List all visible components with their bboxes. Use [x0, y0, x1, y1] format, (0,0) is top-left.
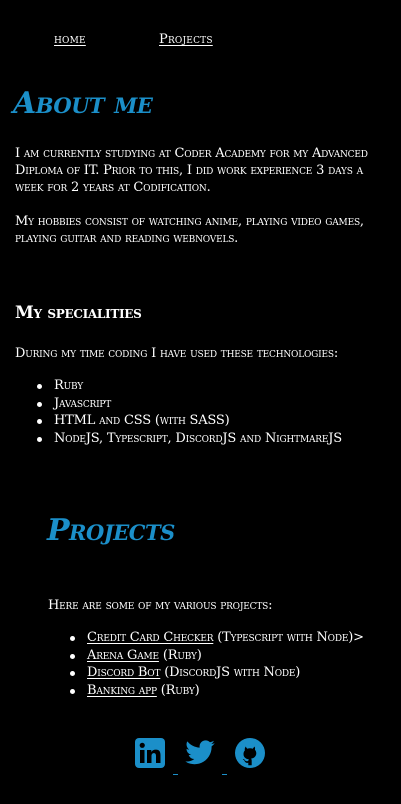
project-note: (Typescript with Node)>	[213, 630, 364, 645]
project-note: (Ruby)	[156, 682, 200, 698]
list-item: Arena Game (Ruby)	[70, 647, 364, 665]
list-item: Discord Bot (DiscordJS with Node)	[70, 664, 364, 682]
list-item: Ruby	[37, 377, 342, 395]
project-link-credit-card-checker[interactable]: Credit Card Checker	[87, 630, 213, 645]
nav-link-projects[interactable]: Projects	[159, 32, 213, 47]
projects-heading: Projects	[47, 513, 175, 548]
project-link-arena-game[interactable]: Arena Game	[87, 648, 159, 663]
link-underline	[222, 774, 227, 775]
linkedin-icon[interactable]	[134, 737, 166, 769]
top-nav: home Projects	[0, 32, 401, 50]
list-item: HTML and CSS (with SASS)	[37, 412, 342, 430]
link-underline	[173, 774, 178, 775]
project-list: Credit Card Checker (Typescript with Nod…	[70, 629, 364, 699]
technology-list: Ruby Javascript HTML and CSS (with SASS)…	[37, 377, 342, 447]
twitter-icon[interactable]	[184, 737, 216, 769]
list-item: Credit Card Checker (Typescript with Nod…	[70, 629, 364, 647]
project-note: (Ruby)	[158, 647, 202, 663]
list-item: NodeJS, Typescript, DiscordJS and Nightm…	[37, 430, 342, 448]
nav-link-home[interactable]: home	[54, 32, 86, 47]
projects-intro: Here are some of my various projects:	[48, 598, 273, 613]
about-paragraph-2: My hobbies consist of watching anime, pl…	[15, 214, 364, 246]
project-link-banking-app[interactable]: Banking app	[87, 683, 157, 698]
about-heading: About me	[13, 86, 153, 121]
list-item: Javascript	[37, 395, 342, 413]
project-note: (DiscordJS with Node)	[160, 665, 301, 681]
project-link-discord-bot[interactable]: Discord Bot	[87, 665, 160, 680]
about-paragraph-1: I am currently studying at Coder Academy…	[15, 146, 368, 195]
social-links	[0, 737, 401, 777]
github-icon[interactable]	[234, 737, 266, 769]
specialities-intro: During my time coding I have used these …	[15, 346, 339, 361]
specialities-heading: My specialities	[15, 303, 142, 323]
list-item: Banking app (Ruby)	[70, 682, 364, 700]
